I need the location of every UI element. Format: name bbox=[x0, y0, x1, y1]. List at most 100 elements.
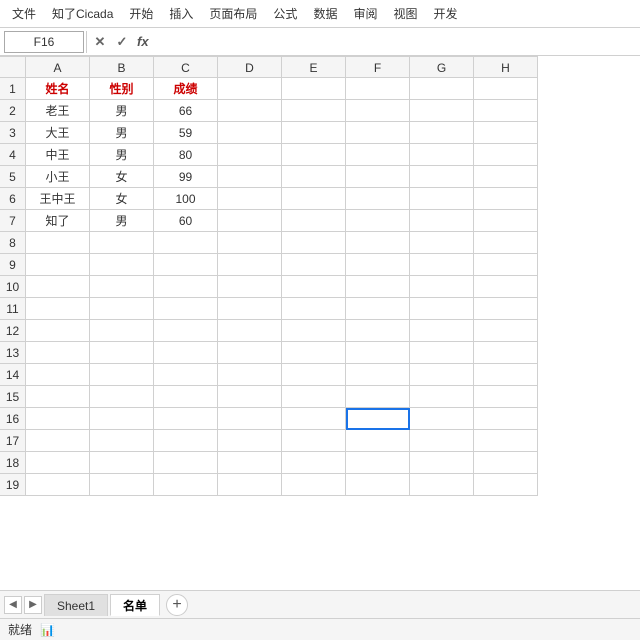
cell-H6[interactable] bbox=[474, 188, 538, 210]
cell-G17[interactable] bbox=[410, 430, 474, 452]
cell-B3[interactable]: 男 bbox=[90, 122, 154, 144]
cell-G11[interactable] bbox=[410, 298, 474, 320]
cell-H5[interactable] bbox=[474, 166, 538, 188]
row-header-5[interactable]: 5 bbox=[0, 166, 26, 188]
cell-H18[interactable] bbox=[474, 452, 538, 474]
cell-F15[interactable] bbox=[346, 386, 410, 408]
cell-F3[interactable] bbox=[346, 122, 410, 144]
row-header-3[interactable]: 3 bbox=[0, 122, 26, 144]
cell-E11[interactable] bbox=[282, 298, 346, 320]
cell-D10[interactable] bbox=[218, 276, 282, 298]
cell-A13[interactable] bbox=[26, 342, 90, 364]
cell-H4[interactable] bbox=[474, 144, 538, 166]
col-header-g[interactable]: G bbox=[410, 56, 474, 78]
cell-E19[interactable] bbox=[282, 474, 346, 496]
cell-B16[interactable] bbox=[90, 408, 154, 430]
menu-item-data[interactable]: 数据 bbox=[305, 1, 345, 26]
cell-E13[interactable] bbox=[282, 342, 346, 364]
cell-G19[interactable] bbox=[410, 474, 474, 496]
cell-A16[interactable] bbox=[26, 408, 90, 430]
cell-B8[interactable] bbox=[90, 232, 154, 254]
col-header-b[interactable]: B bbox=[90, 56, 154, 78]
cell-G18[interactable] bbox=[410, 452, 474, 474]
cell-G7[interactable] bbox=[410, 210, 474, 232]
cell-A9[interactable] bbox=[26, 254, 90, 276]
cell-D1[interactable] bbox=[218, 78, 282, 100]
cell-C17[interactable] bbox=[154, 430, 218, 452]
cell-H11[interactable] bbox=[474, 298, 538, 320]
cell-F12[interactable] bbox=[346, 320, 410, 342]
cell-D15[interactable] bbox=[218, 386, 282, 408]
cell-F8[interactable] bbox=[346, 232, 410, 254]
cell-G8[interactable] bbox=[410, 232, 474, 254]
cell-H9[interactable] bbox=[474, 254, 538, 276]
cell-C4[interactable]: 80 bbox=[154, 144, 218, 166]
cell-B11[interactable] bbox=[90, 298, 154, 320]
menu-item-formula[interactable]: 公式 bbox=[265, 1, 305, 26]
cell-F16[interactable] bbox=[346, 408, 410, 430]
cell-F14[interactable] bbox=[346, 364, 410, 386]
tab-nav-next[interactable]: ▶ bbox=[24, 596, 42, 614]
cell-C9[interactable] bbox=[154, 254, 218, 276]
sheet-tab-Sheet1[interactable]: Sheet1 bbox=[44, 594, 108, 616]
cell-C11[interactable] bbox=[154, 298, 218, 320]
row-header-15[interactable]: 15 bbox=[0, 386, 26, 408]
cell-C12[interactable] bbox=[154, 320, 218, 342]
cell-E14[interactable] bbox=[282, 364, 346, 386]
cell-E16[interactable] bbox=[282, 408, 346, 430]
cell-G4[interactable] bbox=[410, 144, 474, 166]
cell-reference-input[interactable] bbox=[4, 31, 84, 53]
menu-item-zhile[interactable]: 知了Cicada bbox=[44, 1, 121, 26]
menu-item-file[interactable]: 文件 bbox=[4, 1, 44, 26]
cell-E4[interactable] bbox=[282, 144, 346, 166]
cell-D17[interactable] bbox=[218, 430, 282, 452]
cell-A3[interactable]: 大王 bbox=[26, 122, 90, 144]
cell-D8[interactable] bbox=[218, 232, 282, 254]
sheet-scroll[interactable]: A B C D E F G H 1姓名性别成绩2老王男663大王男594中王男8… bbox=[0, 56, 640, 590]
cell-D18[interactable] bbox=[218, 452, 282, 474]
cell-C10[interactable] bbox=[154, 276, 218, 298]
cell-C14[interactable] bbox=[154, 364, 218, 386]
cell-A11[interactable] bbox=[26, 298, 90, 320]
cell-D2[interactable] bbox=[218, 100, 282, 122]
cell-H16[interactable] bbox=[474, 408, 538, 430]
cell-C2[interactable]: 66 bbox=[154, 100, 218, 122]
col-header-e[interactable]: E bbox=[282, 56, 346, 78]
cell-D12[interactable] bbox=[218, 320, 282, 342]
cell-C8[interactable] bbox=[154, 232, 218, 254]
menu-item-dev[interactable]: 开发 bbox=[425, 1, 465, 26]
cell-C1[interactable]: 成绩 bbox=[154, 78, 218, 100]
cell-H17[interactable] bbox=[474, 430, 538, 452]
cell-E2[interactable] bbox=[282, 100, 346, 122]
cell-F19[interactable] bbox=[346, 474, 410, 496]
row-header-12[interactable]: 12 bbox=[0, 320, 26, 342]
cell-A17[interactable] bbox=[26, 430, 90, 452]
cell-H14[interactable] bbox=[474, 364, 538, 386]
cell-H13[interactable] bbox=[474, 342, 538, 364]
row-header-17[interactable]: 17 bbox=[0, 430, 26, 452]
cell-A12[interactable] bbox=[26, 320, 90, 342]
cell-G10[interactable] bbox=[410, 276, 474, 298]
row-header-10[interactable]: 10 bbox=[0, 276, 26, 298]
cell-A6[interactable]: 王中王 bbox=[26, 188, 90, 210]
cell-B13[interactable] bbox=[90, 342, 154, 364]
cell-A7[interactable]: 知了 bbox=[26, 210, 90, 232]
row-header-6[interactable]: 6 bbox=[0, 188, 26, 210]
row-header-7[interactable]: 7 bbox=[0, 210, 26, 232]
cell-H2[interactable] bbox=[474, 100, 538, 122]
row-header-14[interactable]: 14 bbox=[0, 364, 26, 386]
cell-A8[interactable] bbox=[26, 232, 90, 254]
cell-E10[interactable] bbox=[282, 276, 346, 298]
cell-H10[interactable] bbox=[474, 276, 538, 298]
cell-H12[interactable] bbox=[474, 320, 538, 342]
cell-B15[interactable] bbox=[90, 386, 154, 408]
cell-B1[interactable]: 性别 bbox=[90, 78, 154, 100]
cell-F2[interactable] bbox=[346, 100, 410, 122]
cell-H7[interactable] bbox=[474, 210, 538, 232]
cell-A15[interactable] bbox=[26, 386, 90, 408]
cell-E8[interactable] bbox=[282, 232, 346, 254]
col-header-h[interactable]: H bbox=[474, 56, 538, 78]
cell-H15[interactable] bbox=[474, 386, 538, 408]
cell-F10[interactable] bbox=[346, 276, 410, 298]
cell-C19[interactable] bbox=[154, 474, 218, 496]
